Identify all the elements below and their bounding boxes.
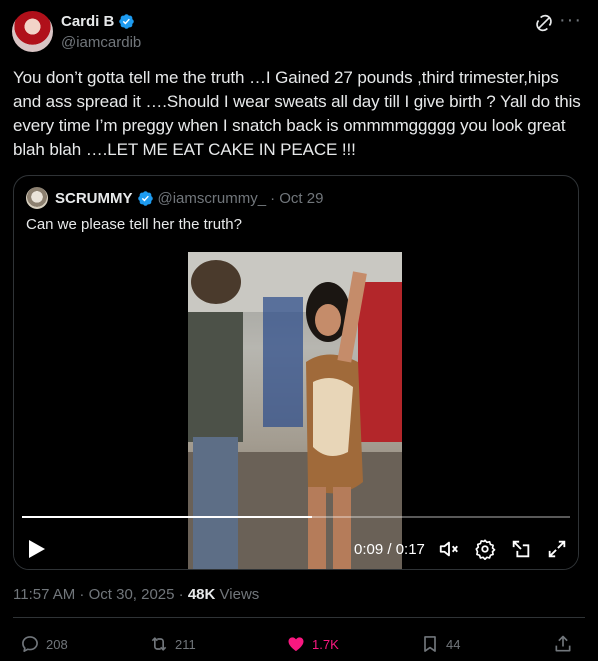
mute-icon[interactable]	[438, 538, 460, 560]
quoted-tweet[interactable]: SCRUMMY @iamscrummy_ · Oct 29 Can we ple…	[13, 175, 579, 570]
quote-handle[interactable]: @iamscrummy_	[158, 190, 267, 207]
bookmark-icon	[424, 636, 436, 652]
author-handle[interactable]: @iamcardib	[61, 34, 141, 51]
repost-count: 211	[175, 636, 196, 652]
verified-icon	[137, 191, 153, 206]
author-display-name[interactable]: Cardi B	[61, 13, 114, 30]
play-icon[interactable]	[28, 539, 46, 559]
like-button[interactable]: 1.7K	[286, 634, 339, 654]
like-count: 1.7K	[312, 636, 339, 652]
quote-header: SCRUMMY @iamscrummy_ · Oct 29	[55, 190, 323, 207]
repost-button[interactable]: 211	[149, 634, 196, 654]
video-time: 0:09 / 0:17	[354, 541, 425, 558]
author-name-row: Cardi B	[61, 13, 135, 30]
author-avatar[interactable]	[12, 11, 53, 52]
popout-icon[interactable]	[510, 538, 532, 560]
video-scene	[188, 252, 402, 569]
quote-avatar[interactable]	[26, 187, 48, 209]
quote-display-name[interactable]: SCRUMMY	[55, 190, 133, 207]
reply-button[interactable]: 208	[20, 634, 68, 654]
video-progress-bar[interactable]	[22, 516, 570, 518]
more-icon[interactable]: ···	[559, 10, 581, 34]
bookmark-button[interactable]: 44	[420, 634, 460, 654]
tweet-meta: 11:57 AM · Oct 30, 2025 · 48K Views	[13, 586, 259, 603]
action-bar: 208 211 1.7K 44	[0, 630, 598, 660]
share-icon	[555, 635, 571, 652]
bookmark-count: 44	[446, 636, 461, 652]
settings-icon[interactable]	[474, 538, 496, 560]
repost-icon	[151, 637, 167, 651]
video-frame[interactable]	[188, 252, 402, 569]
reply-count: 208	[46, 636, 68, 652]
divider	[13, 617, 585, 618]
video-player[interactable]: 0:09 / 0:17	[14, 252, 578, 569]
grok-icon[interactable]	[534, 13, 554, 33]
tweet-text: You don’t gotta tell me the truth …I Gai…	[13, 68, 581, 159]
video-controls: 0:09 / 0:17	[14, 534, 578, 564]
quote-date[interactable]: · Oct 29	[270, 190, 323, 207]
views-label: Views	[219, 586, 260, 603]
reply-icon	[22, 636, 38, 652]
tweet: Cardi B @iamcardib ··· You don’t gotta t…	[0, 0, 598, 661]
tweet-timestamp[interactable]: 11:57 AM · Oct 30, 2025 ·	[13, 586, 184, 603]
video-progress-fill	[22, 516, 313, 518]
like-icon	[288, 637, 304, 652]
share-button[interactable]	[553, 634, 573, 654]
views-count: 48K	[187, 586, 216, 603]
quote-text: Can we please tell her the truth?	[26, 216, 242, 233]
verified-icon	[119, 14, 135, 29]
fullscreen-icon[interactable]	[546, 538, 568, 560]
